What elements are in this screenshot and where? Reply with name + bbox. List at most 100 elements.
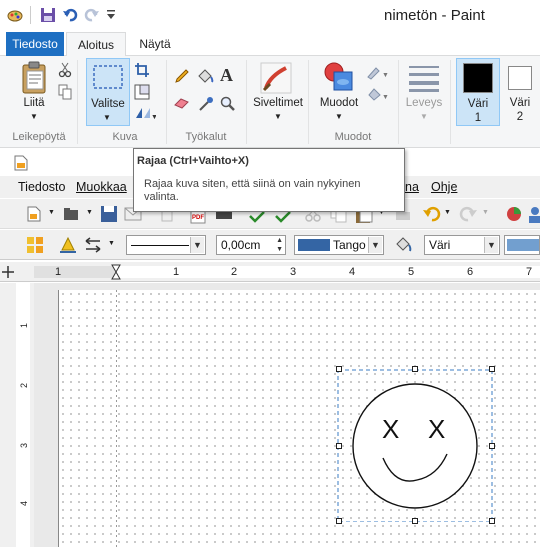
title-bar: nimetön - Paint bbox=[0, 0, 540, 32]
selection-handle[interactable] bbox=[412, 518, 418, 524]
lo-redo-icon[interactable] bbox=[458, 205, 478, 226]
svg-text:▼: ▼ bbox=[151, 114, 156, 120]
customize-qa-icon[interactable] bbox=[106, 9, 116, 24]
shapes-dropdown-icon[interactable]: ▼ bbox=[335, 112, 343, 121]
redo-icon[interactable] bbox=[84, 7, 100, 26]
left-eye-mark: X bbox=[382, 414, 400, 444]
paste-dropdown-icon[interactable]: ▼ bbox=[30, 112, 38, 121]
lo-menu-edit[interactable]: Muokkaa bbox=[76, 180, 127, 194]
paste-icon[interactable] bbox=[20, 60, 50, 99]
rotate-icon[interactable]: ▼ bbox=[134, 106, 158, 123]
lo-arrow-style-icon[interactable] bbox=[84, 236, 104, 257]
horizontal-ruler: 1 1 2 3 4 5 6 7 bbox=[0, 262, 540, 282]
lo-line-icon[interactable] bbox=[58, 236, 78, 257]
cut-icon[interactable] bbox=[58, 62, 72, 81]
color1-label-line2: 1 bbox=[474, 112, 482, 124]
lo-line-color-select[interactable]: Tango ▼ bbox=[294, 235, 384, 255]
ribbon-separator bbox=[246, 60, 247, 144]
lo-fill-type-dropdown-icon: ▼ bbox=[484, 237, 498, 253]
text-icon[interactable]: A bbox=[220, 65, 233, 86]
lo-save-icon[interactable] bbox=[100, 205, 118, 226]
size-label[interactable]: Leveys bbox=[402, 97, 446, 109]
save-icon[interactable] bbox=[40, 7, 56, 26]
lo-line-style-preview bbox=[131, 245, 189, 246]
lo-line-style-select[interactable]: ▼ bbox=[126, 235, 206, 255]
lo-arrow-style-dropdown-icon[interactable]: ▼ bbox=[108, 240, 115, 247]
libreoffice-doc-icon bbox=[14, 155, 28, 174]
ribbon-tabs: Tiedosto Aloitus Näytä bbox=[0, 32, 540, 57]
select-rect-icon bbox=[93, 65, 123, 92]
lo-fill-type-select[interactable]: Väri ▼ bbox=[424, 235, 500, 255]
group-image-label: Kuva bbox=[112, 131, 138, 143]
lo-line-color-swatch bbox=[298, 239, 330, 251]
lo-line-width-field[interactable]: 0,00cm ▲ ▼ bbox=[216, 235, 286, 255]
lo-open-dropdown-icon[interactable]: ▼ bbox=[86, 209, 93, 216]
shapes-label[interactable]: Muodot bbox=[314, 97, 364, 109]
selection-handle[interactable] bbox=[336, 443, 342, 449]
group-shapes-label: Muodot bbox=[334, 131, 372, 143]
magnifier-icon[interactable] bbox=[220, 96, 236, 115]
lo-redo-dropdown-icon[interactable]: ▼ bbox=[482, 209, 489, 216]
size-icon[interactable] bbox=[408, 64, 440, 95]
color2-label-line2[interactable]: 2 bbox=[504, 111, 536, 123]
ruler-h-label: 7 bbox=[526, 266, 533, 278]
qa-separator bbox=[30, 6, 31, 24]
fill-icon[interactable] bbox=[196, 68, 214, 87]
lo-fill-color-select[interactable] bbox=[504, 235, 540, 255]
lo-gallery-icon[interactable] bbox=[26, 236, 44, 257]
paint-app-icon[interactable] bbox=[6, 7, 24, 26]
lo-menu-help[interactable]: Ohje bbox=[431, 180, 457, 194]
selection-handle[interactable] bbox=[336, 366, 342, 372]
tab-file[interactable]: Tiedosto bbox=[6, 32, 64, 56]
lo-new-dropdown-icon[interactable]: ▼ bbox=[48, 209, 55, 216]
lo-menu-file[interactable]: Tiedosto bbox=[18, 180, 65, 194]
ribbon-separator bbox=[398, 60, 399, 144]
ruler-v-label: 4 bbox=[19, 501, 29, 507]
lo-user-icon[interactable] bbox=[528, 205, 540, 226]
color1-swatch bbox=[463, 63, 493, 93]
tooltip-title: Rajaa (Ctrl+Vaihto+X) bbox=[137, 155, 249, 167]
pencil-icon[interactable] bbox=[174, 68, 190, 87]
ruler-v-label: 3 bbox=[19, 443, 29, 449]
selection-handle[interactable] bbox=[489, 366, 495, 372]
lo-line-style-dropdown-icon: ▼ bbox=[190, 237, 204, 253]
selection-handle[interactable] bbox=[412, 366, 418, 372]
selection-handle[interactable] bbox=[336, 518, 342, 524]
lo-open-icon[interactable] bbox=[62, 205, 82, 226]
color1-button[interactable]: Väri 1 bbox=[456, 58, 500, 126]
lo-undo-dropdown-icon[interactable]: ▼ bbox=[444, 209, 451, 216]
resize-icon[interactable] bbox=[134, 84, 150, 103]
lo-menu-window[interactable]: na bbox=[405, 180, 419, 194]
outline-icon[interactable]: ▼ bbox=[366, 64, 392, 83]
crop-tooltip: Rajaa (Ctrl+Vaihto+X) Rajaa kuva siten, … bbox=[133, 148, 405, 212]
lo-new-icon[interactable] bbox=[26, 205, 46, 226]
paste-label[interactable]: Liitä bbox=[16, 97, 52, 109]
undo-icon[interactable] bbox=[62, 7, 78, 26]
eraser-icon[interactable] bbox=[174, 96, 190, 113]
shapes-icon[interactable] bbox=[322, 60, 356, 97]
color2-label-line1[interactable]: Väri bbox=[504, 97, 536, 109]
select-button[interactable]: Valitse ▼ bbox=[86, 58, 130, 126]
color-picker-icon[interactable] bbox=[198, 96, 214, 115]
ruler-v-label: 2 bbox=[19, 383, 29, 389]
lo-area-icon[interactable] bbox=[394, 236, 414, 257]
shape-fill-icon[interactable]: ▼ bbox=[366, 86, 392, 105]
svg-text:PDF: PDF bbox=[192, 215, 204, 221]
ruler-h-label: 3 bbox=[290, 266, 297, 278]
brushes-label[interactable]: Siveltimet bbox=[250, 97, 306, 109]
lo-chart-icon[interactable] bbox=[504, 204, 526, 227]
lo-fill-color-swatch bbox=[507, 239, 539, 251]
ruler-h-label: 1 bbox=[55, 266, 62, 278]
brushes-icon[interactable] bbox=[260, 62, 292, 97]
selection-handle[interactable] bbox=[489, 443, 495, 449]
lo-undo-icon[interactable] bbox=[422, 205, 442, 226]
tab-view[interactable]: Näytä bbox=[132, 32, 178, 56]
tab-home[interactable]: Aloitus bbox=[66, 32, 126, 57]
size-dropdown-icon[interactable]: ▼ bbox=[420, 112, 428, 121]
brushes-dropdown-icon[interactable]: ▼ bbox=[274, 112, 282, 121]
color2-swatch[interactable] bbox=[508, 66, 532, 90]
selection-handle[interactable] bbox=[489, 518, 495, 524]
copy-icon[interactable] bbox=[58, 84, 72, 103]
selected-smiley-drawing[interactable]: X X bbox=[337, 368, 493, 522]
crop-icon[interactable] bbox=[134, 62, 150, 81]
